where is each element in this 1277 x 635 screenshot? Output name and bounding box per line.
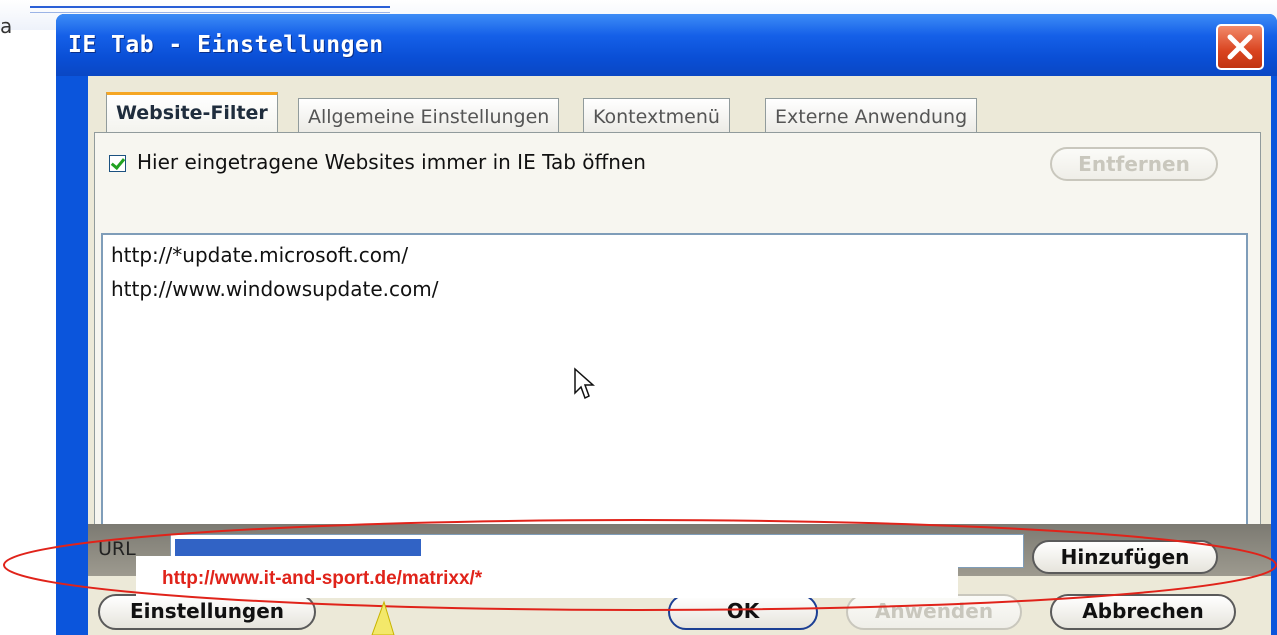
settings-dialog: IE Tab - Einstellungen Website-Filter Al… [56,14,1277,635]
cancel-button[interactable]: Abbrechen [1050,594,1236,630]
url-label: URL [98,538,136,560]
mouse-pointer-icon [574,367,595,400]
title-bar[interactable]: IE Tab - Einstellungen [56,14,1277,76]
dialog-title: IE Tab - Einstellungen [68,32,384,58]
list-item[interactable]: http://*update.microsoft.com/ [111,243,408,267]
close-icon [1227,34,1253,60]
apply-button[interactable]: Anwenden [846,594,1022,630]
url-list[interactable]: http://*update.microsoft.com/ http://www… [101,233,1248,539]
always-open-label: Hier eingetragene Websites immer in IE T… [137,150,646,174]
background-toolbar-line [30,6,390,13]
tab-website-filter[interactable]: Website-Filter [106,92,278,134]
list-item[interactable]: http://www.windowsupdate.com/ [111,277,438,301]
remove-button[interactable]: Entfernen [1050,147,1218,181]
add-button[interactable]: Hinzufügen [1032,540,1218,574]
website-filter-panel: Hier eingetragene Websites immer in IE T… [94,132,1261,572]
always-open-checkbox[interactable] [109,155,126,172]
annotation-url-text: http://www.it-and-sport.de/matrixx/* [162,568,483,589]
dialog-client-area: Website-Filter Allgemeine Einstellungen … [88,76,1271,635]
tab-externe-anwendung[interactable]: Externe Anwendung [765,98,978,132]
tab-kontextmenu[interactable]: Kontextmenü [583,98,730,132]
close-button[interactable] [1216,24,1264,70]
annotation-url-box: http://www.it-and-sport.de/matrixx/* [136,556,958,598]
ok-button[interactable]: OK [668,594,818,630]
settings-button[interactable]: Einstellungen [98,594,316,630]
background-partial-text: a [0,14,13,38]
tab-allgemeine-einstellungen[interactable]: Allgemeine Einstellungen [298,98,560,132]
